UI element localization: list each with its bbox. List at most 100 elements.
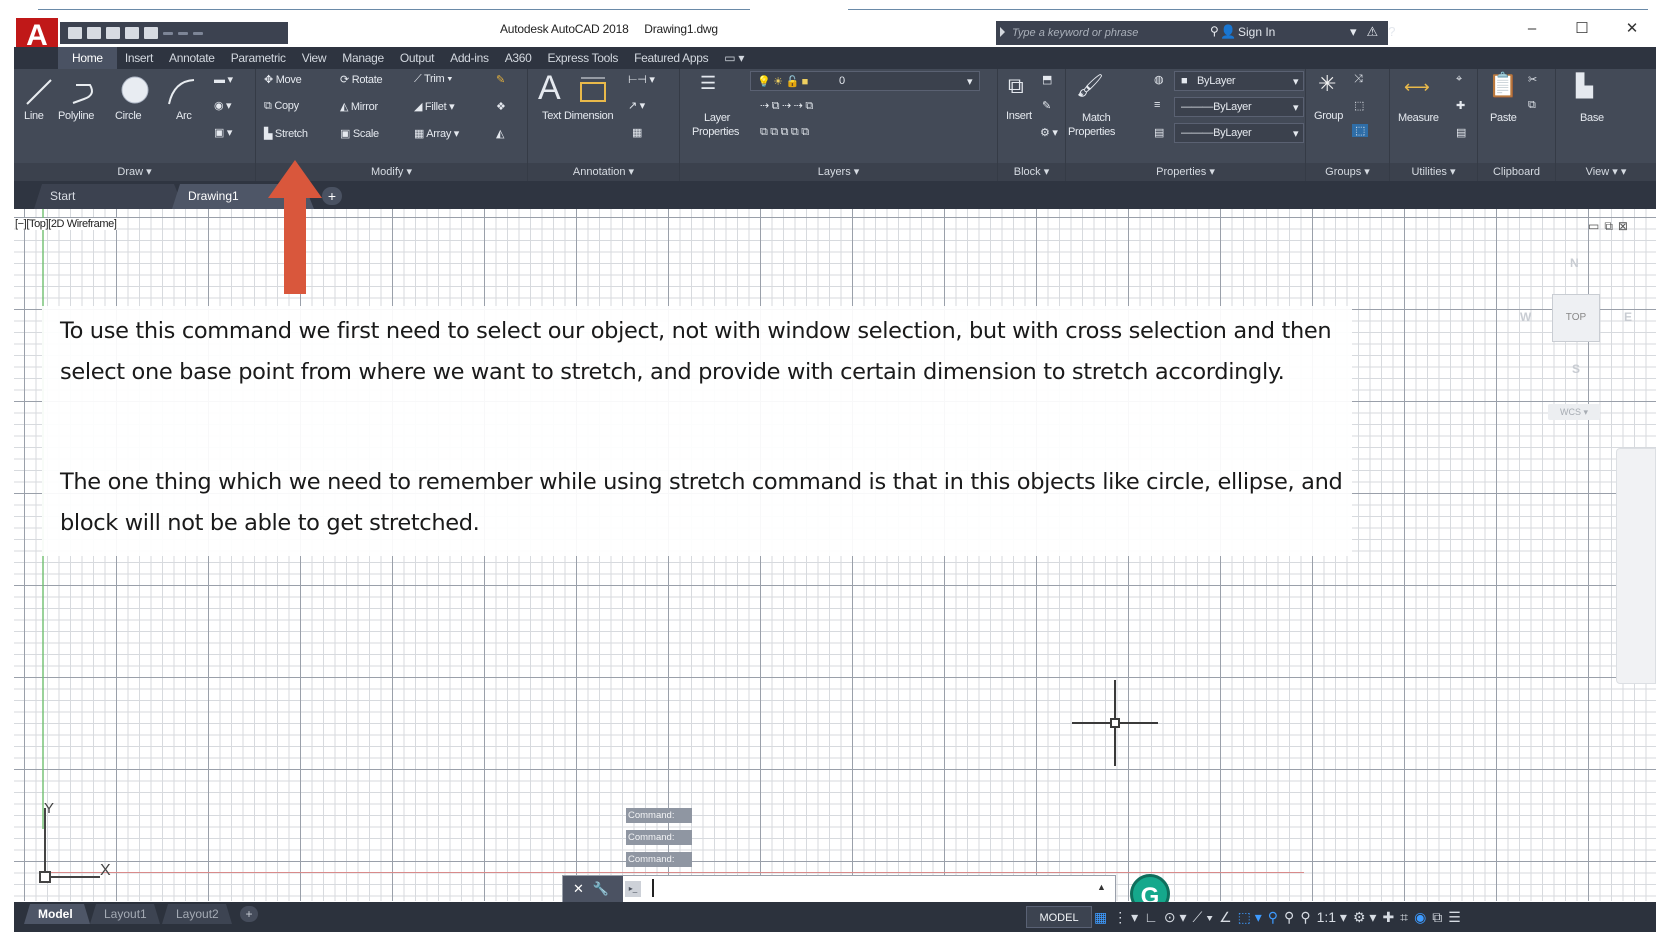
search-input[interactable] (1012, 24, 1202, 41)
table-icon[interactable]: ▦ (632, 126, 642, 139)
block-attributes-icon[interactable]: ⚙ ▾ (1040, 126, 1058, 139)
annotation-scale-icon[interactable]: ⚲ (1284, 909, 1294, 926)
close-button[interactable]: ✕ (1612, 18, 1652, 40)
layer-properties-button-2[interactable]: Properties (692, 126, 739, 138)
ungroup-icon[interactable]: ⤨ (1354, 73, 1363, 86)
groups-panel-title[interactable]: Groups ▾ (1306, 163, 1389, 181)
text-icon[interactable]: A (538, 69, 561, 108)
group-edit-icon[interactable]: ⬚ (1354, 99, 1364, 112)
properties-panel-title[interactable]: Properties ▾ (1066, 163, 1305, 181)
layers-panel-title[interactable]: Layers ▾ (680, 163, 997, 181)
draw-panel-title[interactable]: Draw ▾ (14, 163, 255, 181)
layer-properties-icon[interactable]: ☰ (700, 73, 716, 94)
copy-clip-icon[interactable]: ⧉ (1528, 99, 1536, 112)
minimize-button[interactable]: – (1512, 18, 1552, 40)
tab-start[interactable]: Start (34, 184, 184, 209)
quick-select-icon[interactable]: ⌖ (1456, 73, 1462, 86)
rotate-button[interactable]: ⟳ Rotate (340, 73, 383, 86)
tab-view[interactable]: View (294, 47, 335, 69)
linetype-dropdown[interactable]: ———ByLayer ▾ (1174, 97, 1304, 117)
line-icon[interactable] (24, 77, 54, 107)
erase-icon[interactable]: ✎ (496, 73, 505, 86)
isometric-icon[interactable]: ⟋ ▾ (1193, 909, 1214, 926)
arc-button[interactable]: Arc (176, 110, 192, 122)
command-history-toggle-icon[interactable]: ▲ (1097, 882, 1106, 892)
rectangle-icon[interactable]: ▬ ▾ (214, 73, 233, 86)
undo-icon[interactable] (163, 31, 173, 35)
lineweight-dropdown[interactable]: ———ByLayer ▾ (1174, 123, 1304, 143)
wrench-icon[interactable]: 🔧 (593, 881, 609, 897)
annotation-panel-title[interactable]: Annotation ▾ (528, 163, 679, 181)
measure-icon[interactable]: ⟷ (1404, 77, 1430, 98)
binoculars-icon[interactable]: ⚲ (1210, 24, 1219, 38)
group-icon[interactable]: ✳ (1318, 71, 1336, 97)
tab-layout2[interactable]: Layout2 (162, 904, 232, 924)
close-command-line-icon[interactable]: ✕ (573, 881, 584, 897)
save-icon[interactable] (106, 27, 120, 39)
tab-layout1[interactable]: Layout1 (90, 904, 160, 924)
units-icon[interactable]: ⌗ (1400, 909, 1408, 926)
auto-scale-icon[interactable]: ⚲ (1300, 909, 1310, 926)
id-point-icon[interactable]: ✚ (1456, 99, 1465, 112)
autodesk-app-store-icon[interactable]: ⚠ (1367, 24, 1379, 40)
group-selection-icon[interactable]: ⬚ (1352, 124, 1369, 137)
match-properties-icon[interactable]: 🖌 (1076, 73, 1104, 99)
create-block-icon[interactable]: ⬒ (1042, 73, 1052, 86)
viewcube-south[interactable]: S (1572, 362, 1580, 376)
navigation-bar[interactable] (1616, 448, 1656, 684)
new-layout-button[interactable]: + (240, 906, 258, 922)
new-icon[interactable] (68, 27, 82, 39)
close-viewport-icon[interactable]: ⊠ (1618, 219, 1628, 234)
match-properties-button[interactable]: Match (1082, 112, 1111, 124)
insert-block-icon[interactable]: ⧉ (1008, 73, 1024, 99)
tab-parametric[interactable]: Parametric (223, 47, 294, 69)
grid-toggle-icon[interactable]: ▦ (1094, 909, 1107, 926)
annotation-visibility-icon[interactable]: ⚲ (1268, 909, 1278, 926)
circle-icon[interactable] (120, 75, 150, 105)
polyline-button[interactable]: Polyline (58, 110, 94, 122)
viewcube-top-face[interactable]: TOP (1552, 294, 1600, 342)
layer-tools-icons-2[interactable]: ⧉ ⧉ ⧉ ⧉ ⧉ (760, 126, 809, 139)
command-input[interactable] (649, 879, 1069, 899)
line-button[interactable]: Line (24, 110, 44, 122)
customization-icon[interactable]: ☰ (1448, 909, 1461, 926)
leader-icon[interactable]: ↗ ▾ (628, 99, 645, 112)
isolate-objects-icon[interactable]: ◉ (1414, 909, 1426, 926)
group-button[interactable]: Group (1314, 110, 1343, 122)
plot-icon[interactable] (144, 27, 158, 39)
measure-button[interactable]: Measure (1398, 112, 1439, 124)
mirror-button[interactable]: ◭ Mirror (340, 100, 378, 113)
tab-a360[interactable]: A360 (497, 47, 540, 69)
cut-icon[interactable]: ✂ (1528, 73, 1537, 86)
annotation-monitor-icon[interactable]: ✚ (1382, 909, 1394, 926)
edit-block-icon[interactable]: ✎ (1042, 99, 1051, 112)
block-panel-title[interactable]: Block ▾ (998, 163, 1065, 181)
tab-annotate[interactable]: Annotate (161, 47, 223, 69)
paste-icon[interactable]: 📋 (1488, 71, 1518, 100)
array-button[interactable]: ▦ Array ▾ (414, 127, 459, 140)
object-snap-icon[interactable]: ⬚ ▾ (1238, 909, 1262, 926)
sign-in-link[interactable]: Sign In (1238, 25, 1275, 39)
tab-insert[interactable]: Insert (117, 47, 161, 69)
calculator-icon[interactable]: ▤ (1456, 126, 1466, 139)
viewcube-east[interactable]: E (1624, 310, 1632, 324)
dimension-icon[interactable] (578, 75, 608, 105)
customize-qat-icon[interactable] (193, 31, 203, 35)
object-snap-tracking-icon[interactable]: ∠ (1219, 909, 1232, 926)
text-button[interactable]: Text (542, 110, 561, 122)
maximize-button[interactable]: ☐ (1562, 18, 1602, 40)
move-button[interactable]: ✥ Move (264, 73, 302, 86)
maximize-viewport-icon[interactable]: ⧉ (1604, 219, 1613, 234)
layer-tools-icons[interactable]: ⇢ ⧉ ⇢ ⇢ ⧉ (760, 99, 813, 113)
tab-manage[interactable]: Manage (334, 47, 392, 69)
viewcube-west[interactable]: W (1520, 310, 1531, 324)
wcs-menu[interactable]: WCS ▾ (1548, 404, 1600, 420)
search-expand-icon[interactable] (1000, 27, 1005, 37)
scale-button[interactable]: ▣ Scale (340, 127, 379, 140)
linear-dimension-icon[interactable]: ⊢⊣ ▾ (628, 73, 655, 86)
help-icon[interactable]: ? (1388, 24, 1395, 40)
layer-dropdown[interactable]: 💡 ☀ 🔓 ■ 0 ▾ (750, 71, 980, 91)
workspace-gear-icon[interactable]: ⚙ ▾ (1353, 909, 1376, 926)
circle-button[interactable]: Circle (115, 110, 142, 122)
offset-icon[interactable]: ◭ (496, 127, 504, 140)
